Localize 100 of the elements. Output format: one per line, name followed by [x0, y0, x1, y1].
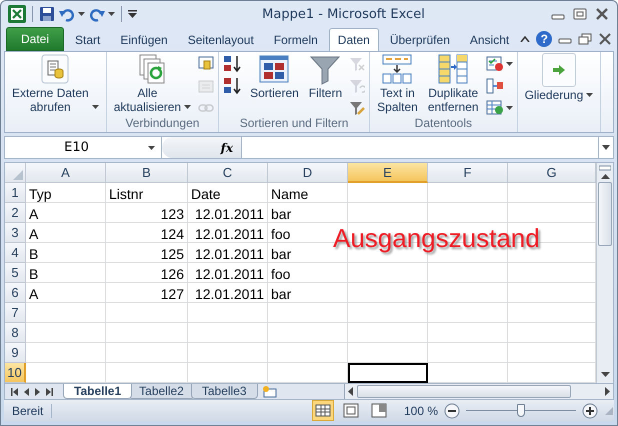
restore-icon[interactable]	[578, 33, 592, 46]
help-button[interactable]: ?	[536, 31, 552, 48]
remove-duplicates-icon	[437, 53, 470, 86]
ribbon-tab[interactable]: Einfügen	[111, 28, 177, 52]
maximize-icon[interactable]	[572, 7, 588, 22]
sheet-tab[interactable]: Tabelle1	[63, 384, 132, 399]
insert-sheet-icon[interactable]	[262, 385, 278, 398]
caret-icon	[92, 105, 99, 110]
table-cell-text: 12.01.2011	[194, 205, 265, 223]
save-icon[interactable]	[39, 6, 55, 22]
consolidate-icon[interactable]	[486, 78, 504, 94]
caret-icon	[506, 62, 513, 66]
table-cell-text: bar	[270, 285, 292, 303]
table-cell-text: A	[28, 225, 40, 243]
table-cell-text: 125	[160, 245, 185, 263]
arrow-icon	[552, 64, 566, 76]
undo-icon[interactable]	[59, 6, 75, 22]
next-sheet-icon[interactable]	[35, 388, 40, 396]
caret-icon	[506, 106, 513, 110]
sheet-tab[interactable]: Tabelle3	[190, 384, 258, 399]
split-handle-icon[interactable]	[599, 165, 611, 171]
table-cell-text: 12.01.2011	[194, 265, 265, 283]
column-header[interactable]: G	[508, 163, 596, 183]
row-header[interactable]: 2	[5, 203, 26, 223]
collapse-ribbon-icon[interactable]	[520, 36, 530, 42]
group-label: Sortieren und Filtern	[238, 116, 350, 132]
sort-dialog-icon	[258, 53, 290, 86]
close-icon[interactable]	[598, 33, 612, 46]
connections-icon[interactable]	[198, 56, 214, 72]
group-label: Datentools	[414, 116, 474, 132]
table-cell-text: 123	[160, 205, 185, 223]
advanced-filter-icon[interactable]	[349, 100, 366, 116]
row-header[interactable]: 7	[5, 303, 26, 323]
table-cell-text: 12.01.2011	[194, 225, 265, 243]
dropdown-caret-icon	[78, 12, 85, 16]
ribbon-button[interactable]: Duplikate entfernen	[424, 53, 482, 114]
ribbon-tab[interactable]: Überprüfen	[380, 28, 459, 52]
ribbon-button[interactable]: Text in Spalten	[374, 53, 421, 114]
sort-ascending-icon[interactable]	[223, 54, 244, 73]
what-if-analysis-icon[interactable]	[486, 100, 504, 116]
column-header[interactable]: D	[268, 163, 348, 183]
ribbon-tab[interactable]: Seitenlayout	[178, 28, 263, 52]
page-layout-view-icon[interactable]	[342, 402, 360, 419]
text-to-columns-icon	[381, 53, 414, 86]
row-header[interactable]: 1	[5, 183, 26, 203]
table-cell-text: A	[28, 205, 40, 223]
redo-icon[interactable]	[89, 6, 105, 22]
sort-descending-icon[interactable]	[223, 76, 244, 95]
row-header[interactable]: 5	[5, 263, 26, 283]
scrollbar-thumb[interactable]	[357, 385, 571, 398]
zoom-out-icon[interactable]	[444, 402, 460, 418]
row-header[interactable]: 3	[5, 223, 26, 243]
scroll-left-icon[interactable]	[348, 387, 353, 396]
column-header[interactable]: C	[188, 163, 268, 183]
scroll-right-icon[interactable]	[605, 387, 610, 396]
ribbon-button[interactable]: Alle aktualisieren	[110, 53, 194, 114]
column-header[interactable]: E	[348, 163, 428, 183]
table-cell-text: B	[28, 265, 40, 283]
table-cell-text: foo	[270, 265, 292, 283]
row-header[interactable]: 8	[5, 323, 26, 343]
scroll-down-icon[interactable]	[600, 372, 610, 377]
zoom-slider-thumb[interactable]	[517, 404, 525, 416]
row-header[interactable]: 9	[5, 343, 26, 363]
group-label: Verbindungen	[124, 116, 200, 132]
customize-toolbar-icon[interactable]	[128, 10, 137, 18]
ribbon-button[interactable]: Gliederung	[522, 53, 596, 102]
caret-icon	[184, 105, 192, 110]
selected-cell[interactable]	[348, 363, 428, 383]
data-validation-icon[interactable]	[486, 56, 504, 72]
ribbon-tab[interactable]: Daten	[328, 28, 379, 52]
dropdown-caret-icon	[108, 12, 115, 16]
table-cell-text: Listnr	[108, 185, 144, 203]
file-tab[interactable]: Datei	[6, 27, 64, 52]
first-sheet-icon[interactable]	[11, 388, 18, 396]
table-cell-text: 124	[160, 225, 185, 243]
page-break-view-icon[interactable]	[370, 402, 388, 419]
normal-view-icon[interactable]	[314, 402, 332, 419]
resize-grip-icon[interactable]	[604, 406, 614, 416]
previous-sheet-icon[interactable]	[24, 388, 29, 396]
last-sheet-icon[interactable]	[46, 388, 53, 396]
ribbon-tab[interactable]: Start	[66, 28, 110, 52]
column-header[interactable]: A	[26, 163, 106, 183]
column-header[interactable]: F	[428, 163, 508, 183]
column-header[interactable]: B	[106, 163, 188, 183]
zoom-in-icon[interactable]	[582, 402, 598, 418]
table-cell-text: Date	[190, 185, 222, 203]
scroll-up-icon[interactable]	[600, 174, 610, 179]
ribbon-button[interactable]: Sortieren	[247, 53, 302, 100]
ribbon-tab[interactable]: Formeln	[264, 28, 327, 52]
row-header[interactable]: 4	[5, 243, 26, 263]
caret-icon	[586, 93, 594, 98]
ribbon-button[interactable]: Externe Daten abrufen	[9, 53, 102, 114]
row-header[interactable]: 10	[5, 363, 26, 383]
close-icon[interactable]	[594, 7, 610, 22]
row-header[interactable]: 6	[5, 283, 26, 303]
zoom-level[interactable]: 100 %	[404, 404, 438, 418]
annotation-text: Ausgangszustand	[333, 223, 540, 254]
ribbon-tab[interactable]: Ansicht	[460, 28, 518, 52]
scrollbar-thumb[interactable]	[598, 182, 612, 246]
ribbon-button[interactable]: Filtern	[306, 53, 346, 100]
